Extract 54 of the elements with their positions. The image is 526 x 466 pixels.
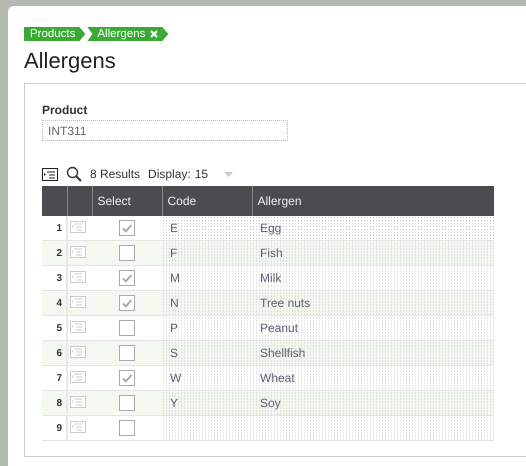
checkbox[interactable]: [119, 270, 135, 286]
code-cell[interactable]: W: [162, 366, 252, 390]
checkbox[interactable]: [119, 345, 135, 361]
allergen-cell[interactable]: Peanut: [252, 316, 494, 340]
checkbox[interactable]: [119, 420, 135, 436]
header-cell: [42, 186, 67, 216]
code-cell[interactable]: E: [162, 216, 252, 240]
display-select[interactable]: 15: [194, 167, 208, 181]
row-detail-icon[interactable]: [70, 270, 86, 282]
row-detail-icon[interactable]: [70, 320, 86, 332]
column-header[interactable]: Select: [92, 186, 162, 216]
display-label: Display:: [148, 167, 191, 181]
code-cell[interactable]: P: [162, 316, 252, 340]
code-cell[interactable]: N: [162, 290, 252, 316]
code-cell[interactable]: S: [162, 340, 252, 366]
caret-icon[interactable]: [224, 172, 234, 176]
row-detail-icon[interactable]: [70, 296, 86, 308]
row-detail-icon[interactable]: [70, 246, 86, 258]
checkbox[interactable]: [119, 245, 135, 261]
checkbox[interactable]: [119, 370, 135, 386]
checkbox[interactable]: [119, 320, 135, 336]
close-icon[interactable]: [150, 30, 158, 38]
header-cell: [67, 186, 92, 216]
results-count: 8 Results: [90, 167, 140, 181]
row-detail-icon[interactable]: [70, 346, 86, 358]
checkbox[interactable]: [119, 220, 135, 236]
allergen-cell[interactable]: Egg: [252, 216, 494, 240]
list-icon[interactable]: [42, 168, 58, 180]
row-number: 9: [42, 416, 67, 440]
row-number: 8: [42, 390, 67, 416]
checkbox[interactable]: [119, 395, 135, 411]
product-field[interactable]: INT311: [42, 120, 288, 141]
row-detail-icon[interactable]: [70, 420, 86, 432]
row-number: 2: [42, 240, 67, 266]
row-detail-icon[interactable]: [70, 220, 86, 232]
allergen-cell[interactable]: Milk: [252, 266, 494, 290]
row-number: 4: [42, 290, 67, 316]
field-label: Product: [42, 103, 88, 117]
page-title: Allergens: [24, 47, 117, 75]
allergen-cell[interactable]: Soy: [252, 390, 494, 416]
allergen-cell[interactable]: Wheat: [252, 366, 494, 390]
column-header[interactable]: Code: [162, 186, 252, 216]
column-header[interactable]: Allergen: [252, 186, 494, 216]
allergen-cell[interactable]: Tree nuts: [252, 290, 494, 316]
row-detail-icon[interactable]: [70, 370, 86, 382]
allergen-cell[interactable]: Fish: [252, 240, 494, 266]
allergen-cell[interactable]: Shellfish: [252, 340, 494, 366]
row-detail-icon[interactable]: [70, 396, 86, 408]
search-icon[interactable]: [66, 166, 82, 182]
code-cell[interactable]: M: [162, 266, 252, 290]
row-number: 6: [42, 340, 67, 366]
code-cell[interactable]: Y: [162, 390, 252, 416]
code-cell[interactable]: F: [162, 240, 252, 266]
checkbox[interactable]: [119, 295, 135, 311]
